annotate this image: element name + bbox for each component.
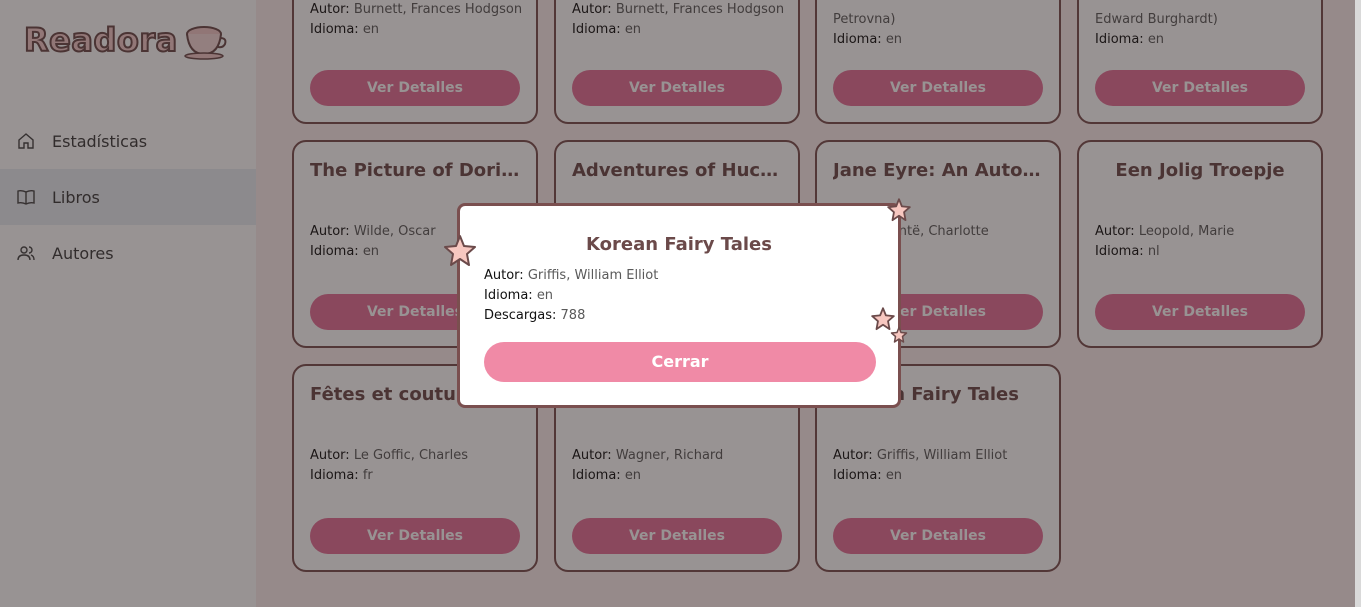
modal-downloads: Descargas: 788 (484, 308, 586, 323)
modal-language: Idioma: en (484, 288, 554, 303)
close-button[interactable]: Cerrar (484, 342, 876, 382)
modal-author: Autor: Griffis, William Elliot (484, 268, 659, 283)
modal-title: Korean Fairy Tales (586, 234, 772, 255)
star-icon (887, 198, 911, 222)
book-details-modal: Korean Fairy Tales Autor: Griffis, Willi… (457, 203, 901, 408)
star-icon (890, 326, 908, 343)
star-icon (444, 235, 476, 266)
scrollbar[interactable] (1355, 0, 1361, 607)
